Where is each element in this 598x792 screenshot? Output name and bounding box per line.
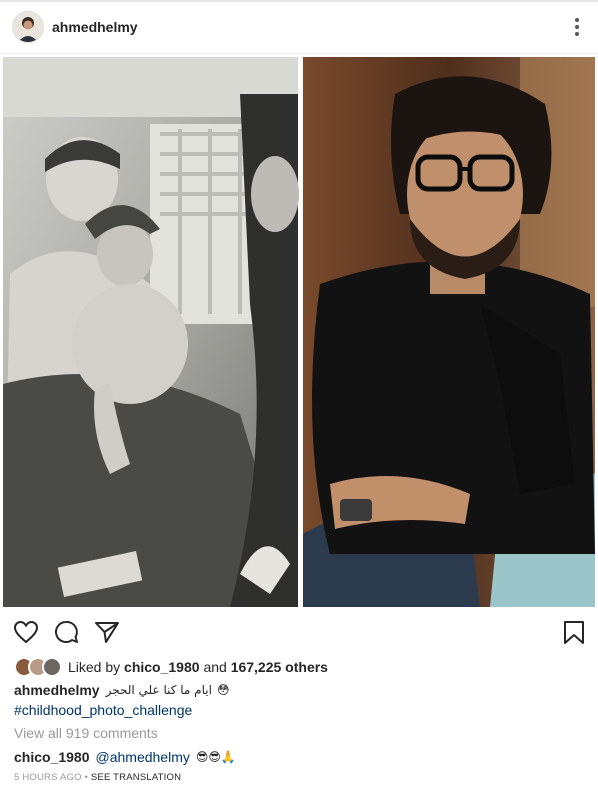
likes-count[interactable]: 167,225 others (231, 659, 328, 675)
share-icon[interactable] (94, 620, 120, 644)
caption-emoji: 😳 (216, 683, 230, 697)
post-meta: 5 HOURS AGO • SEE TRANSLATION (14, 772, 181, 783)
liked-and: and (203, 659, 227, 675)
post-photo[interactable] (0, 54, 598, 610)
liker-avatars (14, 657, 62, 677)
caption: ahmedhelmy ايام ما كنا علي الحجر 😳 (14, 682, 229, 698)
hashtag-link[interactable]: #childhood_photo_challenge (14, 702, 192, 718)
avatar[interactable] (12, 11, 44, 43)
caption-text: ايام ما كنا علي الحجر (105, 683, 212, 697)
bookmark-icon[interactable] (563, 620, 585, 646)
avatar (42, 657, 62, 677)
see-translation-link[interactable]: SEE TRANSLATION (91, 772, 181, 783)
childhood-photo (3, 57, 299, 608)
liked-by-user[interactable]: chico_1980 (124, 659, 200, 675)
heart-icon[interactable] (13, 620, 39, 644)
comment-item: chico_1980 @ahmedhelmy 😎😎🙏 (14, 749, 236, 765)
comment-mention[interactable]: @ahmedhelmy (96, 749, 190, 765)
caption-username[interactable]: ahmedhelmy (14, 682, 100, 698)
recent-photo (303, 57, 595, 607)
view-comments-link[interactable]: View all 919 comments (14, 725, 158, 741)
post-time: 5 HOURS AGO (14, 772, 82, 783)
post-username[interactable]: ahmedhelmy (52, 19, 138, 35)
meta-dot: • (84, 772, 89, 783)
post-header: ahmedhelmy (0, 2, 598, 52)
comment-emoji: 😎😎🙏 (195, 750, 236, 764)
comment-username[interactable]: chico_1980 (14, 749, 90, 765)
post-actions (0, 616, 598, 650)
comment-icon[interactable] (54, 620, 80, 644)
likes-row[interactable]: Liked by chico_1980 and 167,225 others (14, 656, 328, 678)
liked-by-label: Liked by (68, 659, 121, 675)
more-icon[interactable] (574, 18, 580, 38)
